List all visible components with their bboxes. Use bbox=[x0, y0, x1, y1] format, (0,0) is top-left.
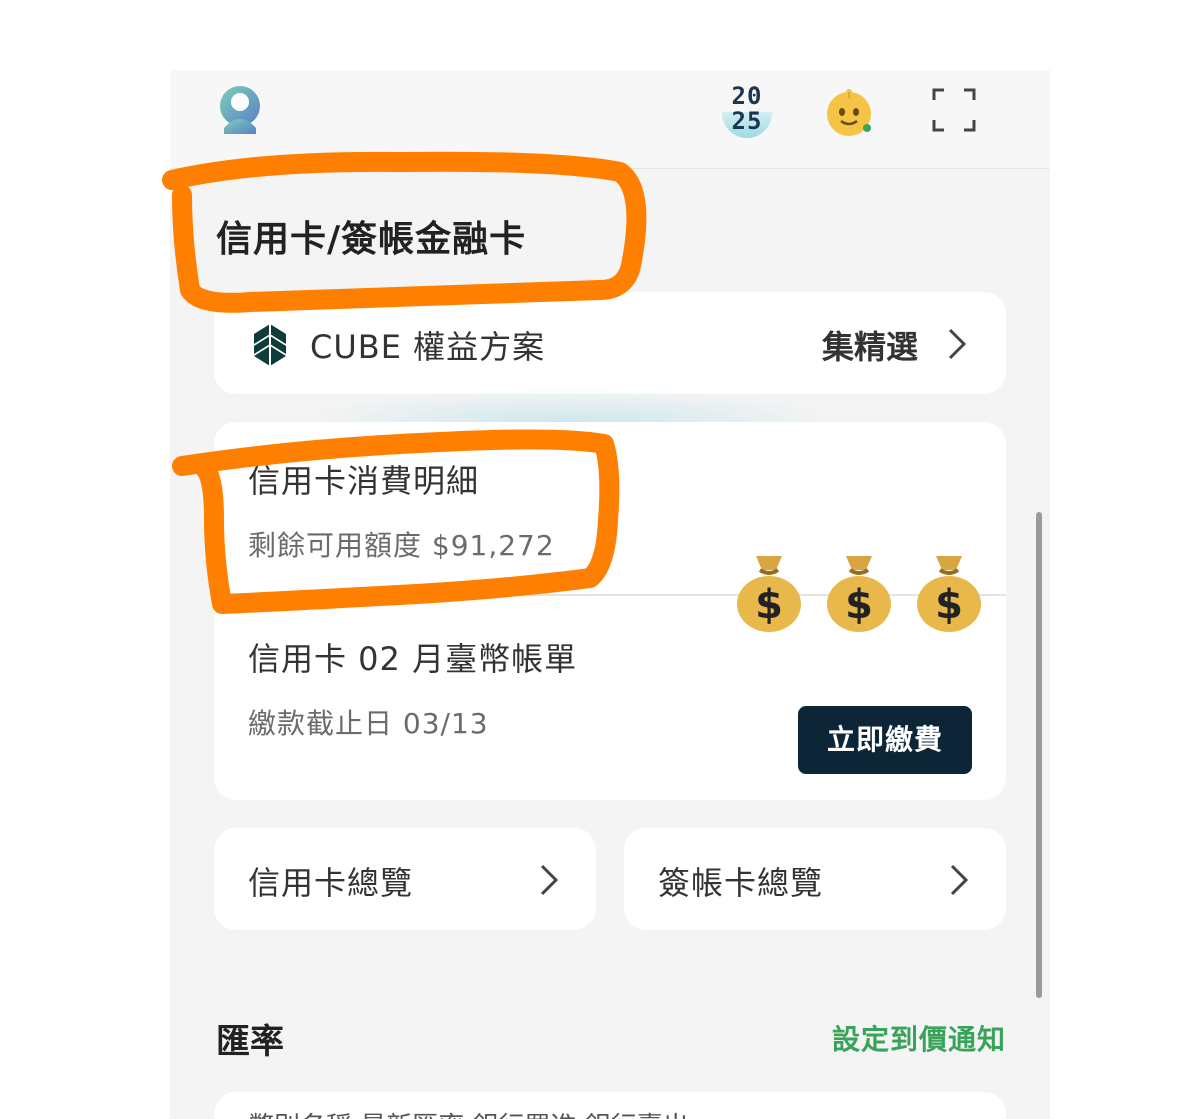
statement-title[interactable]: 信用卡 02 月臺幣帳單 bbox=[248, 634, 577, 680]
assistant-bot-icon[interactable] bbox=[822, 86, 876, 140]
cube-benefits-card[interactable]: CUBE 權益方案 集精選 bbox=[214, 292, 1006, 394]
credit-card-overview-button[interactable]: 信用卡總覽 bbox=[214, 828, 596, 930]
year-2025-badge-icon[interactable]: 20 25 bbox=[722, 84, 772, 138]
due-date-text: 繳款截止日 03/13 bbox=[248, 707, 489, 740]
money-bag-icon: $ bbox=[734, 548, 804, 634]
cube-benefits-label: CUBE 權益方案 bbox=[310, 328, 546, 366]
svg-text:$: $ bbox=[755, 582, 783, 628]
credit-card-overview-label: 信用卡總覽 bbox=[248, 864, 414, 902]
section-title: 信用卡/簽帳金融卡 bbox=[216, 219, 527, 260]
money-bags-sticker: $ $ $ bbox=[734, 548, 994, 644]
exchange-rate-title: 匯率 bbox=[216, 1022, 284, 1062]
top-bar: 20 25 bbox=[170, 70, 1050, 169]
spending-detail-title[interactable]: 信用卡消費明細 bbox=[248, 456, 479, 502]
year-badge-bottom: 25 bbox=[731, 107, 763, 135]
chevron-right-icon bbox=[946, 326, 968, 362]
credit-card-bill-card: 信用卡消費明細 剩餘可用額度 $91,272 信用卡 02 月臺幣帳單 繳款截止… bbox=[214, 422, 1006, 800]
debit-card-overview-label: 簽帳卡總覽 bbox=[658, 864, 824, 902]
cube-logo-icon bbox=[250, 322, 290, 366]
app-screen: 20 25 信用卡/簽帳金融卡 CUBE 權益方案 集精選 信用卡消費明細 剩餘… bbox=[170, 70, 1050, 1119]
money-bag-icon: $ bbox=[914, 548, 984, 634]
money-bag-icon: $ bbox=[824, 548, 894, 634]
price-alert-link[interactable]: 設定到價通知 bbox=[832, 1018, 1006, 1058]
scrollbar[interactable] bbox=[1036, 512, 1042, 998]
svg-text:$: $ bbox=[935, 582, 963, 628]
user-avatar-icon[interactable] bbox=[212, 82, 268, 138]
svg-text:$: $ bbox=[845, 582, 873, 628]
exchange-rate-table-header: 幣別名稱 最新匯率 銀行買進 銀行賣出 bbox=[248, 1106, 689, 1119]
remaining-credit-text: 剩餘可用額度 $91,272 bbox=[248, 529, 555, 562]
chevron-right-icon bbox=[538, 862, 560, 898]
pay-now-button[interactable]: 立即繳費 bbox=[798, 706, 972, 774]
scan-icon[interactable] bbox=[932, 88, 976, 132]
cube-collect-label: 集精選 bbox=[821, 328, 918, 366]
debit-card-overview-button[interactable]: 簽帳卡總覽 bbox=[624, 828, 1006, 930]
chevron-right-icon bbox=[948, 862, 970, 898]
exchange-rate-card: 幣別名稱 最新匯率 銀行買進 銀行賣出 bbox=[214, 1092, 1006, 1119]
year-badge-top: 20 bbox=[731, 82, 763, 110]
